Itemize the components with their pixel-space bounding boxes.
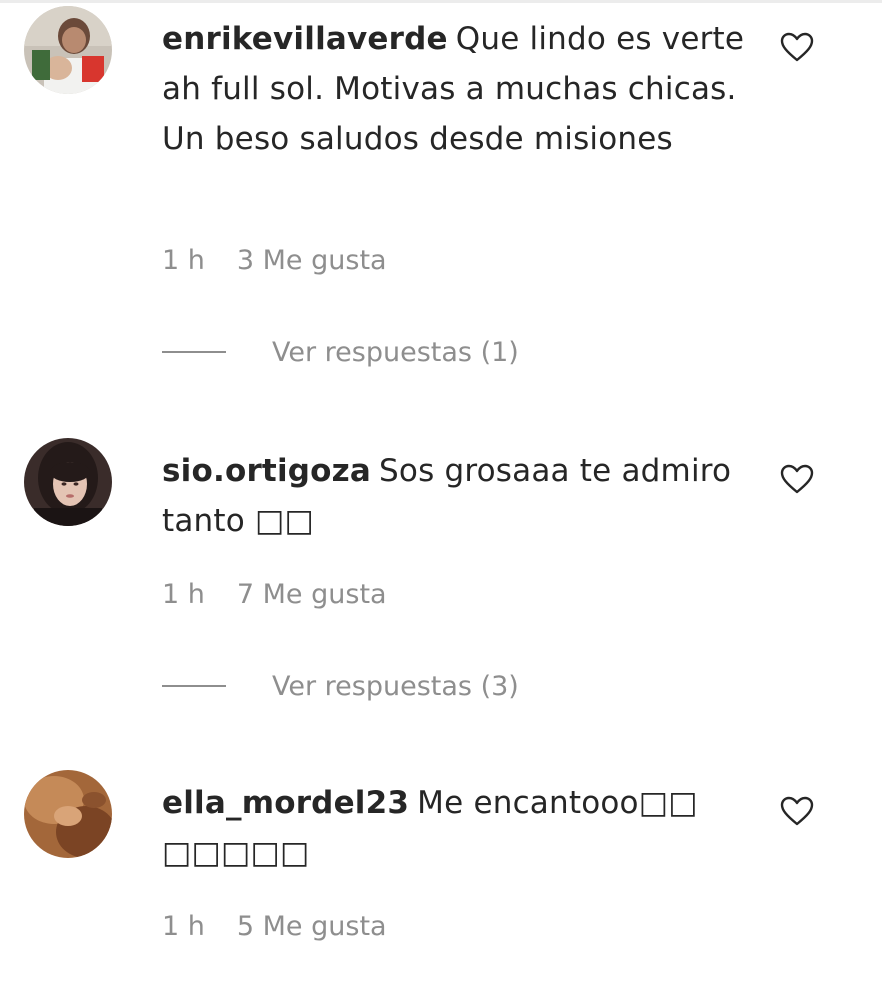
comment-body: sio.ortigoza Sos grosaaa te admiro tanto … [162,446,752,546]
comment-like-count[interactable]: 5 Me gusta [237,911,387,942]
view-replies-button[interactable]: Ver respuestas (3) [162,670,519,704]
avatar[interactable] [24,6,112,94]
avatar-photo [24,6,112,94]
view-replies-button[interactable]: Ver respuestas (1) [162,336,519,370]
heart-outline-icon [780,464,814,494]
like-button[interactable] [780,796,814,826]
comment-timestamp[interactable]: 1 h [162,911,205,942]
comment-username[interactable]: sio.ortigoza [162,453,371,489]
top-divider [0,0,882,3]
comment-username[interactable]: enrikevillaverde [162,21,448,57]
avatar-photo [24,438,112,526]
comment-like-count[interactable]: 3 Me gusta [237,245,387,276]
comment-timestamp[interactable]: 1 h [162,579,205,610]
view-replies-label[interactable]: Ver respuestas (1) [272,337,519,368]
replies-divider-line [162,350,226,353]
heart-outline-icon [780,796,814,826]
comment-meta: 1 h 3 Me gusta [162,244,387,278]
like-button[interactable] [780,32,814,62]
like-button[interactable] [780,464,814,494]
replies-divider-line [162,684,226,687]
comment-meta: 1 h 7 Me gusta [162,578,387,612]
comment-body: enrikevillaverde Que lindo es verte ah fu… [162,14,752,164]
comment-meta: 1 h 5 Me gusta [162,910,387,944]
comment-body: ella_mordel23 Me encantooo□□ □□□□□ [162,778,752,878]
comment-like-count[interactable]: 7 Me gusta [237,579,387,610]
view-replies-label[interactable]: Ver respuestas (3) [272,671,519,702]
avatar[interactable] [24,770,112,858]
heart-outline-icon [780,32,814,62]
comment-timestamp[interactable]: 1 h [162,245,205,276]
avatar-photo [24,770,112,858]
comment-username[interactable]: ella_mordel23 [162,785,409,821]
avatar[interactable] [24,438,112,526]
